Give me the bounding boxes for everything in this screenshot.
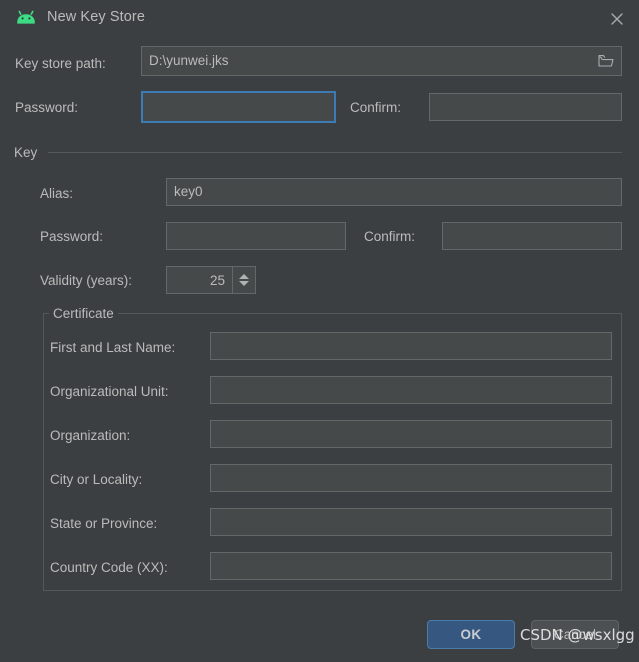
keystore-confirm-input[interactable] <box>429 93 622 121</box>
certificate-field-input-3[interactable] <box>210 464 612 492</box>
keystore-path-label: Key store path: <box>15 56 106 71</box>
keystore-password-input[interactable] <box>141 91 336 123</box>
certificate-field-label-2: Organization: <box>50 428 131 443</box>
key-group-divider <box>48 152 622 153</box>
title-bar: New Key Store <box>0 0 639 38</box>
certificate-field-label-5: Country Code (XX): <box>50 560 168 575</box>
key-validity-stepper[interactable]: 25 <box>166 266 256 294</box>
certificate-field-input-4[interactable] <box>210 508 612 536</box>
key-password-input[interactable] <box>166 222 346 250</box>
certificate-group-label: Certificate <box>49 306 118 321</box>
certificate-field-input-1[interactable] <box>210 376 612 404</box>
certificate-field-input-2[interactable] <box>210 420 612 448</box>
keystore-confirm-label: Confirm: <box>350 100 402 115</box>
ok-button[interactable]: OK <box>427 620 515 649</box>
key-alias-value: key0 <box>174 184 203 200</box>
certificate-field-label-1: Organizational Unit: <box>50 384 169 399</box>
key-group-label: Key <box>14 145 44 160</box>
close-icon[interactable] <box>605 7 629 31</box>
certificate-field-input-5[interactable] <box>210 552 612 580</box>
key-password-label: Password: <box>40 229 104 244</box>
key-validity-arrows[interactable] <box>232 267 255 293</box>
cancel-button-label: Cancel <box>553 627 597 642</box>
ok-button-label: OK <box>460 627 482 642</box>
chevron-down-icon[interactable] <box>239 281 249 286</box>
key-validity-value: 25 <box>209 272 225 288</box>
window-title: New Key Store <box>47 9 146 25</box>
key-validity-label: Validity (years): <box>40 273 133 288</box>
keystore-path-value: D:\yunwei.jks <box>149 53 229 69</box>
cancel-button[interactable]: Cancel <box>531 620 619 649</box>
keystore-path-input[interactable]: D:\yunwei.jks <box>141 46 622 76</box>
certificate-field-label-0: First and Last Name: <box>50 340 176 355</box>
folder-open-icon[interactable] <box>598 54 614 68</box>
key-confirm-label: Confirm: <box>364 229 416 244</box>
keystore-password-label: Password: <box>15 100 79 115</box>
android-robot-icon <box>15 10 37 28</box>
key-confirm-input[interactable] <box>442 222 622 250</box>
key-alias-label: Alias: <box>40 186 74 201</box>
chevron-up-icon[interactable] <box>239 274 249 279</box>
certificate-field-label-3: City or Locality: <box>50 472 143 487</box>
certificate-field-label-4: State or Province: <box>50 516 158 531</box>
key-alias-input[interactable]: key0 <box>166 178 622 206</box>
certificate-field-input-0[interactable] <box>210 332 612 360</box>
